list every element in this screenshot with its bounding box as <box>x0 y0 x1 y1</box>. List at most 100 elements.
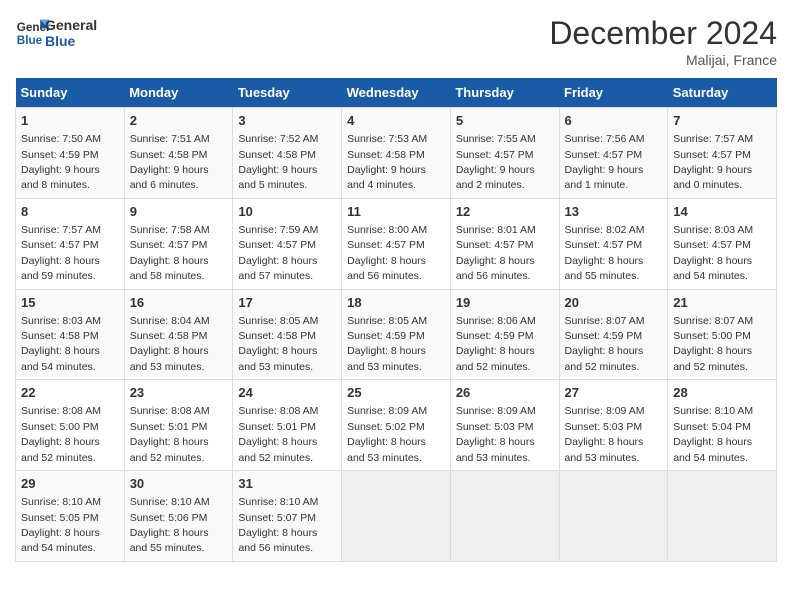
day-info: Sunrise: 8:07 AM Sunset: 5:00 PM Dayligh… <box>673 315 753 373</box>
calendar-cell: 13Sunrise: 8:02 AM Sunset: 4:57 PM Dayli… <box>559 198 668 289</box>
logo-general: General <box>45 17 97 33</box>
calendar-header-row: SundayMondayTuesdayWednesdayThursdayFrid… <box>16 78 777 108</box>
day-number: 22 <box>21 384 119 402</box>
calendar-day-header: Thursday <box>450 78 559 108</box>
day-info: Sunrise: 8:10 AM Sunset: 5:06 PM Dayligh… <box>130 496 210 554</box>
month-title: December 2024 <box>549 15 777 52</box>
calendar-cell: 12Sunrise: 8:01 AM Sunset: 4:57 PM Dayli… <box>450 198 559 289</box>
day-number: 3 <box>238 112 336 130</box>
calendar-cell: 26 Sunrise: 8:09 AM Sunset: 5:03 PM Dayli… <box>450 380 559 471</box>
day-number: 21 <box>673 294 771 312</box>
calendar-cell: 18Sunrise: 8:05 AM Sunset: 4:59 PM Dayli… <box>342 289 451 380</box>
day-number: 26 <box>456 384 554 402</box>
calendar-cell: 2Sunrise: 7:51 AM Sunset: 4:58 PM Daylig… <box>124 108 233 199</box>
logo: General Blue General Blue <box>15 15 97 51</box>
day-info: Sunrise: 7:53 AM Sunset: 4:58 PM Dayligh… <box>347 133 427 191</box>
calendar-cell: 8 Sunrise: 7:57 AM Sunset: 4:57 PM Daylig… <box>16 198 125 289</box>
day-info: Sunrise: 8:07 AM Sunset: 4:59 PM Dayligh… <box>565 315 645 373</box>
day-number: 9 <box>130 203 228 221</box>
day-info: Sunrise: 8:10 AM Sunset: 5:07 PM Dayligh… <box>238 496 318 554</box>
day-number: 4 <box>347 112 445 130</box>
day-number: 12 <box>456 203 554 221</box>
day-info: Sunrise: 8:05 AM Sunset: 4:58 PM Dayligh… <box>238 315 318 373</box>
calendar-cell: 7 Sunrise: 7:57 AM Sunset: 4:57 PM Daylig… <box>668 108 777 199</box>
calendar-week-row: 1 Sunrise: 7:50 AM Sunset: 4:59 PM Daylig… <box>16 108 777 199</box>
day-number: 7 <box>673 112 771 130</box>
page-header: General Blue General Blue December 2024 … <box>15 15 777 68</box>
calendar-week-row: 15 Sunrise: 8:03 AM Sunset: 4:58 PM Dayli… <box>16 289 777 380</box>
location: Malijai, France <box>549 52 777 68</box>
day-number: 11 <box>347 203 445 221</box>
calendar-cell: 24 Sunrise: 8:08 AM Sunset: 5:01 PM Dayli… <box>233 380 342 471</box>
svg-text:Blue: Blue <box>17 34 43 47</box>
calendar-cell <box>668 471 777 562</box>
calendar-cell: 11 Sunrise: 8:00 AM Sunset: 4:57 PM Dayli… <box>342 198 451 289</box>
day-number: 29 <box>21 475 119 493</box>
calendar-cell <box>450 471 559 562</box>
logo-blue: Blue <box>45 33 97 49</box>
day-number: 5 <box>456 112 554 130</box>
day-number: 31 <box>238 475 336 493</box>
calendar-cell: 10 Sunrise: 7:59 AM Sunset: 4:57 PM Dayli… <box>233 198 342 289</box>
day-number: 25 <box>347 384 445 402</box>
day-number: 8 <box>21 203 119 221</box>
day-info: Sunrise: 8:09 AM Sunset: 5:02 PM Dayligh… <box>347 405 427 463</box>
day-number: 1 <box>21 112 119 130</box>
calendar-day-header: Monday <box>124 78 233 108</box>
day-number: 16 <box>130 294 228 312</box>
day-number: 13 <box>565 203 663 221</box>
day-info: Sunrise: 8:05 AM Sunset: 4:59 PM Dayligh… <box>347 315 427 373</box>
day-info: Sunrise: 8:09 AM Sunset: 5:03 PM Dayligh… <box>565 405 645 463</box>
day-number: 28 <box>673 384 771 402</box>
day-number: 6 <box>565 112 663 130</box>
calendar-cell: 3 Sunrise: 7:52 AM Sunset: 4:58 PM Daylig… <box>233 108 342 199</box>
day-info: Sunrise: 8:09 AM Sunset: 5:03 PM Dayligh… <box>456 405 536 463</box>
day-info: Sunrise: 7:56 AM Sunset: 4:57 PM Dayligh… <box>565 133 645 191</box>
day-number: 27 <box>565 384 663 402</box>
calendar-week-row: 22 Sunrise: 8:08 AM Sunset: 5:00 PM Dayli… <box>16 380 777 471</box>
day-info: Sunrise: 8:10 AM Sunset: 5:04 PM Dayligh… <box>673 405 753 463</box>
day-number: 10 <box>238 203 336 221</box>
day-number: 30 <box>130 475 228 493</box>
calendar-cell: 23Sunrise: 8:08 AM Sunset: 5:01 PM Dayli… <box>124 380 233 471</box>
day-info: Sunrise: 8:06 AM Sunset: 4:59 PM Dayligh… <box>456 315 536 373</box>
day-info: Sunrise: 7:57 AM Sunset: 4:57 PM Dayligh… <box>673 133 753 191</box>
day-info: Sunrise: 7:59 AM Sunset: 4:57 PM Dayligh… <box>238 224 318 282</box>
day-number: 23 <box>130 384 228 402</box>
day-number: 2 <box>130 112 228 130</box>
calendar-cell: 22 Sunrise: 8:08 AM Sunset: 5:00 PM Dayli… <box>16 380 125 471</box>
calendar-day-header: Sunday <box>16 78 125 108</box>
calendar-cell: 31 Sunrise: 8:10 AM Sunset: 5:07 PM Dayli… <box>233 471 342 562</box>
calendar-cell: 17Sunrise: 8:05 AM Sunset: 4:58 PM Dayli… <box>233 289 342 380</box>
day-info: Sunrise: 8:08 AM Sunset: 5:01 PM Dayligh… <box>238 405 318 463</box>
day-info: Sunrise: 7:50 AM Sunset: 4:59 PM Dayligh… <box>21 133 101 191</box>
day-number: 24 <box>238 384 336 402</box>
day-number: 19 <box>456 294 554 312</box>
calendar-cell: 1 Sunrise: 7:50 AM Sunset: 4:59 PM Daylig… <box>16 108 125 199</box>
calendar-cell <box>559 471 668 562</box>
calendar-day-header: Saturday <box>668 78 777 108</box>
calendar-cell: 15 Sunrise: 8:03 AM Sunset: 4:58 PM Dayli… <box>16 289 125 380</box>
calendar-cell: 28 Sunrise: 8:10 AM Sunset: 5:04 PM Dayli… <box>668 380 777 471</box>
calendar-cell: 14 Sunrise: 8:03 AM Sunset: 4:57 PM Dayli… <box>668 198 777 289</box>
title-block: December 2024 Malijai, France <box>549 15 777 68</box>
day-info: Sunrise: 7:52 AM Sunset: 4:58 PM Dayligh… <box>238 133 318 191</box>
calendar-cell: 25 Sunrise: 8:09 AM Sunset: 5:02 PM Dayli… <box>342 380 451 471</box>
calendar-day-header: Wednesday <box>342 78 451 108</box>
calendar-table: SundayMondayTuesdayWednesdayThursdayFrid… <box>15 78 777 562</box>
day-number: 14 <box>673 203 771 221</box>
day-info: Sunrise: 8:03 AM Sunset: 4:57 PM Dayligh… <box>673 224 753 282</box>
calendar-cell: 21 Sunrise: 8:07 AM Sunset: 5:00 PM Dayli… <box>668 289 777 380</box>
day-number: 15 <box>21 294 119 312</box>
calendar-cell: 5Sunrise: 7:55 AM Sunset: 4:57 PM Daylig… <box>450 108 559 199</box>
day-number: 20 <box>565 294 663 312</box>
day-info: Sunrise: 8:03 AM Sunset: 4:58 PM Dayligh… <box>21 315 101 373</box>
day-info: Sunrise: 8:10 AM Sunset: 5:05 PM Dayligh… <box>21 496 101 554</box>
day-info: Sunrise: 7:58 AM Sunset: 4:57 PM Dayligh… <box>130 224 210 282</box>
calendar-cell: 20 Sunrise: 8:07 AM Sunset: 4:59 PM Dayli… <box>559 289 668 380</box>
day-info: Sunrise: 8:08 AM Sunset: 5:00 PM Dayligh… <box>21 405 101 463</box>
day-info: Sunrise: 7:57 AM Sunset: 4:57 PM Dayligh… <box>21 224 101 282</box>
calendar-cell: 6 Sunrise: 7:56 AM Sunset: 4:57 PM Daylig… <box>559 108 668 199</box>
calendar-cell: 19 Sunrise: 8:06 AM Sunset: 4:59 PM Dayli… <box>450 289 559 380</box>
day-info: Sunrise: 8:00 AM Sunset: 4:57 PM Dayligh… <box>347 224 427 282</box>
